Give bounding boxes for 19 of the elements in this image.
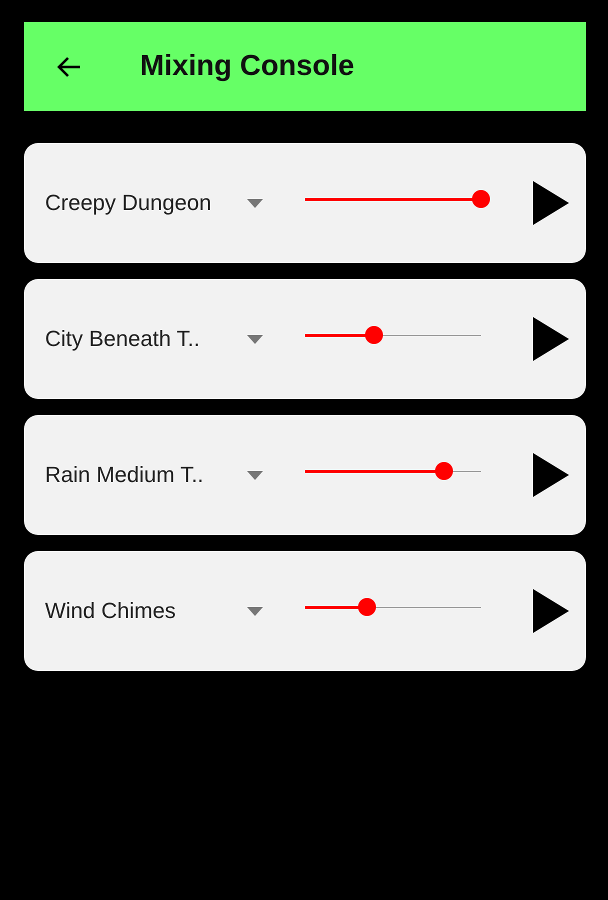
play-icon	[533, 181, 569, 225]
sound-name: City Beneath T..	[45, 326, 201, 352]
back-arrow-icon	[56, 54, 82, 78]
play-icon	[533, 589, 569, 633]
sound-name: Rain Medium T..	[45, 462, 205, 488]
play-button[interactable]	[533, 589, 569, 633]
caret-icon	[247, 334, 263, 344]
caret-icon	[247, 606, 263, 616]
caret-icon	[247, 470, 263, 480]
caret-icon	[247, 198, 263, 208]
play-icon	[533, 453, 569, 497]
sound-name: Wind Chimes	[45, 598, 177, 624]
play-icon	[533, 317, 569, 361]
play-button[interactable]	[533, 453, 569, 497]
sound-name: Creepy Dungeon	[45, 190, 212, 216]
play-button[interactable]	[533, 317, 569, 361]
volume-slider-thumb[interactable]	[472, 190, 490, 208]
screen-title: Mixing Console	[140, 50, 354, 83]
play-button[interactable]	[533, 181, 569, 225]
